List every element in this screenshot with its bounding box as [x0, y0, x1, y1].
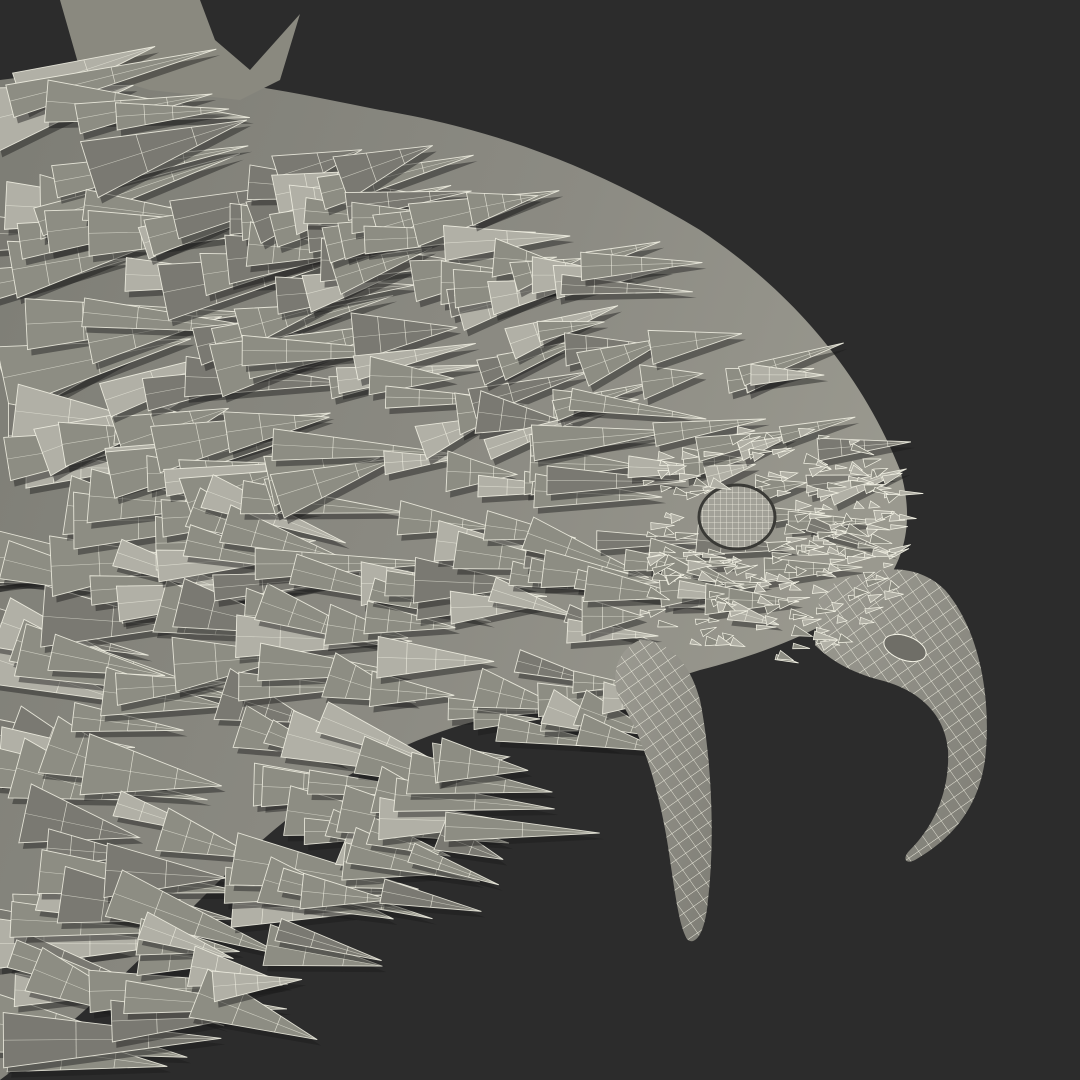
eagle-render — [0, 0, 1080, 1080]
render-viewport — [0, 0, 1080, 1080]
